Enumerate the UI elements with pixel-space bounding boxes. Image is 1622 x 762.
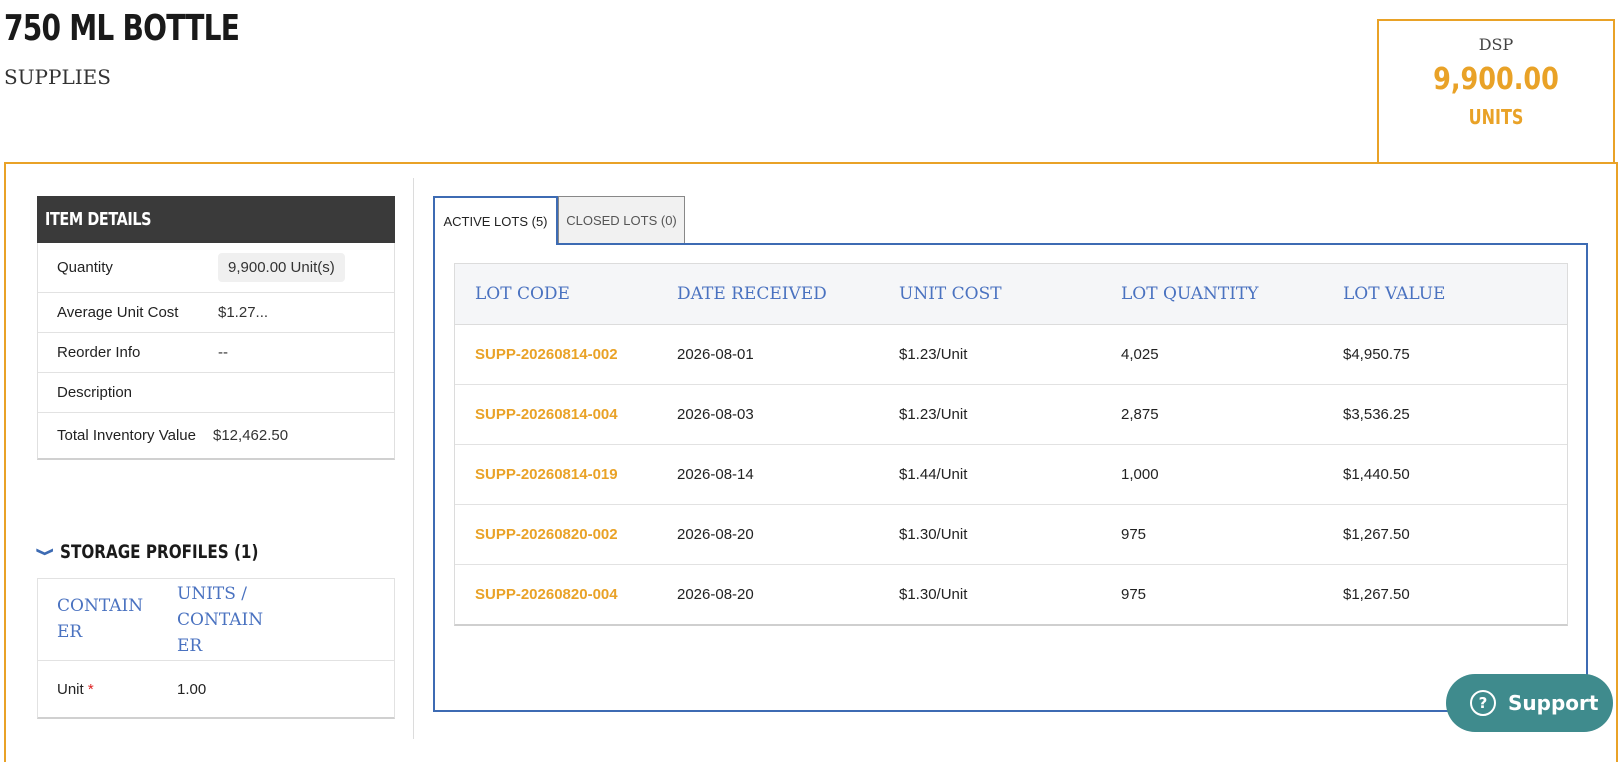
tab-active-lots[interactable]: ACTIVE LOTS (5) bbox=[433, 196, 558, 245]
detail-row-average-unit-cost: Average Unit Cost $1.27... bbox=[38, 293, 394, 333]
column-header-unit-cost[interactable]: UNIT COST bbox=[899, 284, 1121, 304]
detail-label: Reorder Info bbox=[57, 344, 141, 361]
storage-table-header: CONTAIN ER UNITS / CONTAIN ER bbox=[38, 579, 394, 661]
date-received-cell: 2026-08-20 bbox=[677, 586, 754, 603]
detail-label: Quantity bbox=[57, 259, 113, 276]
column-header-date-received[interactable]: DATE RECEIVED bbox=[677, 284, 899, 304]
storage-table-row: Unit * 1.00 bbox=[38, 660, 394, 718]
unit-cost-cell: $1.23/Unit bbox=[899, 406, 968, 423]
detail-row-description: Description bbox=[38, 373, 394, 413]
column-header-container: CONTAIN ER bbox=[57, 596, 144, 642]
table-row: SUPP-20260820-002 2026-08-20 $1.30/Unit … bbox=[455, 505, 1567, 565]
required-marker: * bbox=[87, 680, 94, 698]
support-button[interactable]: ? Support bbox=[1446, 674, 1613, 732]
container-value: Unit bbox=[57, 680, 84, 698]
unit-cost-cell: $1.23/Unit bbox=[899, 346, 968, 363]
column-divider bbox=[413, 178, 414, 739]
lot-value-cell: $4,950.75 bbox=[1343, 346, 1410, 363]
detail-label: Total Inventory Value bbox=[57, 426, 196, 444]
lot-code-link[interactable]: SUPP-20260820-004 bbox=[455, 586, 677, 603]
unit-cost-cell: $1.30/Unit bbox=[899, 526, 968, 543]
active-lots-table: LOT CODE DATE RECEIVED UNIT COST LOT QUA… bbox=[454, 263, 1568, 626]
support-label: Support bbox=[1508, 691, 1599, 715]
total-inventory-value: $12,462.50 bbox=[213, 427, 289, 444]
chevron-down-icon: ❯ bbox=[36, 547, 54, 557]
average-unit-cost-value: $1.27... bbox=[218, 304, 269, 321]
detail-row-reorder-info: Reorder Info -- bbox=[38, 333, 394, 373]
column-header-lot-code[interactable]: LOT CODE bbox=[455, 284, 677, 304]
detail-label: Description bbox=[57, 384, 133, 401]
lot-quantity-cell: 975 bbox=[1121, 526, 1147, 543]
item-details-header: ITEM DETAILS bbox=[37, 196, 395, 243]
tab-closed-lots[interactable]: CLOSED LOTS (0) bbox=[558, 196, 685, 244]
lot-code-link[interactable]: SUPP-20260814-002 bbox=[455, 346, 677, 363]
date-received-cell: 2026-08-03 bbox=[677, 406, 754, 423]
storage-profiles-title: STORAGE PROFILES (1) bbox=[60, 541, 259, 563]
unit-cost-cell: $1.44/Unit bbox=[899, 466, 968, 483]
date-received-cell: 2026-08-20 bbox=[677, 526, 754, 543]
lot-code-link[interactable]: SUPP-20260814-004 bbox=[455, 406, 677, 423]
units-per-container-value: 1.00 bbox=[177, 680, 207, 698]
page-subtitle: SUPPLIES bbox=[4, 65, 111, 89]
storage-profiles-toggle[interactable]: ❯ STORAGE PROFILES (1) bbox=[36, 541, 308, 563]
item-details-table: Quantity 9,900.00 Unit(s) Average Unit C… bbox=[37, 243, 395, 460]
lot-quantity-cell: 2,875 bbox=[1121, 406, 1159, 423]
lot-value-cell: $1,267.50 bbox=[1343, 526, 1410, 543]
lot-value-cell: $1,267.50 bbox=[1343, 586, 1410, 603]
date-received-cell: 2026-08-01 bbox=[677, 346, 754, 363]
dsp-summary-card: DSP 9,900.00 UNITS bbox=[1377, 19, 1615, 163]
date-received-cell: 2026-08-14 bbox=[677, 466, 754, 483]
storage-profiles-table: CONTAIN ER UNITS / CONTAIN ER Unit * 1.0… bbox=[37, 578, 395, 719]
table-row: SUPP-20260814-004 2026-08-03 $1.23/Unit … bbox=[455, 385, 1567, 445]
item-details-title: ITEM DETAILS bbox=[45, 209, 152, 230]
item-details-panel: ITEM DETAILS Quantity 9,900.00 Unit(s) A… bbox=[37, 196, 395, 460]
column-header-lot-value[interactable]: LOT VALUE bbox=[1343, 284, 1567, 304]
lot-code-link[interactable]: SUPP-20260814-019 bbox=[455, 466, 677, 483]
question-circle-icon: ? bbox=[1470, 690, 1496, 716]
detail-row-quantity: Quantity 9,900.00 Unit(s) bbox=[38, 243, 394, 293]
lot-code-link[interactable]: SUPP-20260820-002 bbox=[455, 526, 677, 543]
lot-value-cell: $3,536.25 bbox=[1343, 406, 1410, 423]
page-title: 750 ML BOTTLE bbox=[4, 8, 240, 49]
quantity-value: 9,900.00 Unit(s) bbox=[218, 253, 345, 282]
dsp-value: 9,900.00 bbox=[1433, 62, 1559, 97]
table-row: SUPP-20260814-019 2026-08-14 $1.44/Unit … bbox=[455, 445, 1567, 505]
table-row: SUPP-20260814-002 2026-08-01 $1.23/Unit … bbox=[455, 325, 1567, 385]
dsp-label: DSP bbox=[1478, 35, 1514, 54]
detail-row-total-inventory-value: Total Inventory Value $12,462.50 bbox=[38, 413, 394, 458]
column-header-units-per-container: UNITS / CONTAIN ER bbox=[177, 584, 264, 656]
lot-quantity-cell: 975 bbox=[1121, 586, 1147, 603]
unit-cost-cell: $1.30/Unit bbox=[899, 586, 968, 603]
detail-label: Average Unit Cost bbox=[57, 304, 179, 321]
lot-value-cell: $1,440.50 bbox=[1343, 466, 1410, 483]
table-row: SUPP-20260820-004 2026-08-20 $1.30/Unit … bbox=[455, 565, 1567, 624]
column-header-lot-quantity[interactable]: LOT QUANTITY bbox=[1121, 284, 1343, 304]
container-cell: Unit * bbox=[57, 681, 94, 698]
lot-quantity-cell: 4,025 bbox=[1121, 346, 1159, 363]
reorder-info-value: -- bbox=[218, 344, 228, 361]
lots-table-header: LOT CODE DATE RECEIVED UNIT COST LOT QUA… bbox=[455, 264, 1567, 325]
lot-quantity-cell: 1,000 bbox=[1121, 466, 1159, 483]
dsp-unit: UNITS bbox=[1468, 105, 1524, 129]
